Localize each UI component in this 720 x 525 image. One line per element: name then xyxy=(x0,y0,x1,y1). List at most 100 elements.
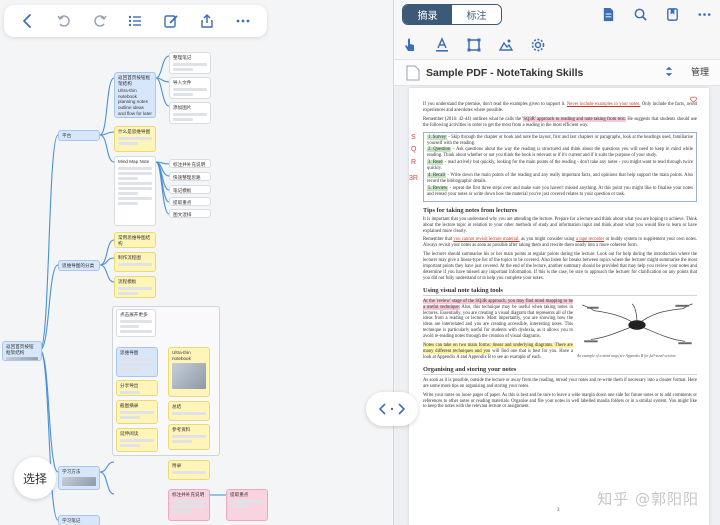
mind-map-node[interactable]: 延伸阅读 xyxy=(116,428,158,452)
mind-map-node[interactable]: 学习方法 xyxy=(58,466,100,490)
pdf-page[interactable]: If you understand the premise, don't rea… xyxy=(409,88,709,525)
paragraph: If you understand the premise, don't rea… xyxy=(423,102,697,114)
node-line xyxy=(120,329,152,333)
mind-map-node[interactable]: 导入文件 xyxy=(169,77,211,99)
node-line xyxy=(120,362,154,366)
mind-map-node[interactable]: 流程模板 xyxy=(114,276,156,298)
mind-map-node[interactable]: 点击展开更多 xyxy=(116,309,156,337)
highlighted-text[interactable]: 'SQ3R' approach to reading and note taki… xyxy=(522,116,626,122)
pdf-top-icons xyxy=(599,5,713,23)
edit-icon[interactable] xyxy=(158,9,184,33)
highlighted-text[interactable]: a tape recorder xyxy=(576,237,604,242)
mind-map-node[interactable]: 提取重点 xyxy=(226,489,268,521)
mind-map-node[interactable]: 思维导图 xyxy=(116,347,158,377)
node-text: 学习方法 xyxy=(62,469,81,474)
node-line xyxy=(118,171,152,175)
node-line xyxy=(118,191,139,195)
node-line xyxy=(118,136,152,140)
node-line xyxy=(118,176,139,180)
highlighted-text[interactable]: you cannot revisit lecture material, xyxy=(453,237,519,242)
undo-icon[interactable] xyxy=(51,9,77,33)
mind-map-node[interactable]: Ultra-thin notebook xyxy=(168,347,210,397)
text-underline-icon[interactable] xyxy=(432,35,452,55)
hand-pointer-icon[interactable] xyxy=(400,35,420,55)
tab-excerpt[interactable]: 摘录 xyxy=(403,5,452,24)
mind-map-node[interactable]: 分享导出 xyxy=(116,380,158,396)
mind-map-node[interactable]: 标注并补充说明 xyxy=(168,489,210,521)
redo-icon[interactable] xyxy=(87,9,113,33)
figure-caption: An example of a mind map (see Appendix B… xyxy=(577,353,676,358)
mind-map-node[interactable]: 思维导图的分类 xyxy=(58,260,100,271)
text: If you understand the premise, don't rea… xyxy=(423,102,566,107)
sort-icon[interactable] xyxy=(665,66,673,77)
node-text: Mind Map Note xyxy=(118,159,150,164)
step-tag: 2. Question xyxy=(427,147,452,153)
mind-map-node[interactable]: 提取重点 xyxy=(169,197,211,206)
mind-map-node[interactable]: 制作流程图 xyxy=(114,252,156,272)
text: - repeat the first three steps over and … xyxy=(427,185,693,197)
manage-button[interactable]: 管理 xyxy=(691,65,709,78)
step-review: 5. Review - repeat the first three steps… xyxy=(427,185,693,198)
text: - Write down the main points of the read… xyxy=(427,173,693,184)
text: - Ask questions about the way the readin… xyxy=(427,147,693,159)
step-tag: 3. Read xyxy=(427,160,444,166)
mind-map-root-node[interactable]: 返回首页按钮框架结构 xyxy=(2,341,42,361)
search-icon[interactable] xyxy=(631,5,649,23)
split-view-handle[interactable] xyxy=(366,392,418,426)
rectangle-select-icon[interactable] xyxy=(464,35,484,55)
mind-map-node[interactable]: 笔记模板 xyxy=(169,185,211,194)
mind-map-node[interactable]: 整理笔记 xyxy=(169,52,211,74)
mind-map-node[interactable]: 快速整理思路 xyxy=(169,172,211,181)
node-line xyxy=(118,286,152,290)
node-line xyxy=(172,509,193,513)
share-icon[interactable] xyxy=(194,9,220,33)
mind-map-node[interactable]: 标注并补充说明 xyxy=(169,159,211,168)
tab-annotate[interactable]: 标注 xyxy=(452,5,501,24)
bookmark-icon[interactable] xyxy=(663,5,681,23)
mind-map-node[interactable]: 参考资料 xyxy=(168,424,210,450)
mind-map-node[interactable]: 添加图片 xyxy=(169,102,211,124)
node-line xyxy=(118,181,152,185)
page-number: 3 xyxy=(557,508,560,513)
settings-gear-icon[interactable] xyxy=(528,35,548,55)
paragraph: Remember that you cannot revisit lecture… xyxy=(423,237,697,249)
node-text: 导入文件 xyxy=(173,80,192,85)
outline-list-icon[interactable] xyxy=(122,9,148,33)
step-recall: 4. Recall - Write down the main points o… xyxy=(427,173,693,185)
mind-map-figure[interactable]: An example of a mind map (see Appendix B… xyxy=(577,301,697,358)
image-capture-icon[interactable] xyxy=(496,35,516,55)
mind-map-node[interactable]: 平台 xyxy=(58,130,100,141)
select-mode-button[interactable]: 选择 xyxy=(14,457,56,499)
mind-map-node[interactable]: 图文混排 xyxy=(169,209,211,218)
highlighted-text[interactable]: Never include examples in your notes. xyxy=(567,102,641,107)
back-icon[interactable] xyxy=(15,9,41,33)
document-icon[interactable] xyxy=(599,5,617,23)
node-text: 附录 xyxy=(172,463,182,468)
node-text: 整理笔记 xyxy=(173,55,192,60)
more-icon[interactable] xyxy=(695,5,713,23)
mind-map-figure-image xyxy=(582,303,693,344)
mind-map-node[interactable]: 返回首页按钮框架结构 Ultra-thin notebook planning … xyxy=(114,72,156,118)
mind-map-node[interactable]: 总结 xyxy=(168,401,210,421)
node-text: 提取重点 xyxy=(173,200,192,205)
node-text: 标注并补充说明 xyxy=(173,162,206,167)
node-thumbnail xyxy=(6,357,38,360)
mind-map-node[interactable]: 截图摘录 xyxy=(116,400,158,424)
mind-map-node[interactable]: 常用思维导图结构 xyxy=(114,232,156,248)
node-line xyxy=(120,319,152,323)
mind-map-toolbar xyxy=(4,5,267,37)
mind-map-node[interactable]: Mind Map Note xyxy=(114,156,156,226)
text: - Skip through the chapter or book and n… xyxy=(427,134,694,146)
node-text: 返回首页按钮框架结构 xyxy=(118,75,151,86)
sq3r-steps-box[interactable]: S Q R 3R 1. Survey - Skip through the ch… xyxy=(409,131,697,202)
mind-map-node[interactable]: 什么是思维导图 xyxy=(114,126,156,152)
mind-map-canvas[interactable]: 返回首页按钮框架结构 平台 思维导图的分类 学习方法 学习笔记 返回首页按钮框架… xyxy=(0,0,393,525)
more-icon[interactable] xyxy=(230,9,256,33)
mind-map-node[interactable]: 附录 xyxy=(168,460,210,480)
node-text: 标注并补充说明 xyxy=(172,492,205,497)
mind-map-node[interactable]: 学习笔记 xyxy=(58,515,100,525)
node-line xyxy=(120,357,154,361)
node-line xyxy=(118,186,152,190)
section-heading: Using visual note taking tools xyxy=(423,287,697,296)
heart-icon[interactable] xyxy=(690,96,697,103)
